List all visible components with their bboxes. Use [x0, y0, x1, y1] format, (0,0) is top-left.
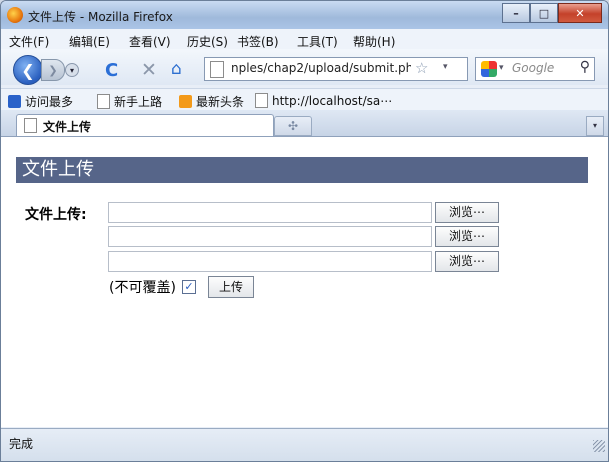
menu-bar: 文件(F) 编辑(E) 查看(V) 历史(S) 书签(B) 工具(T) 帮助(H…	[1, 29, 608, 49]
file-row: 浏览⋯	[108, 251, 500, 272]
file-row: 浏览⋯	[108, 226, 500, 247]
rss-icon	[179, 95, 192, 108]
bookmark-label: 最新头条	[196, 95, 245, 109]
window-title: 文件上传 - Mozilla Firefox	[28, 10, 173, 24]
bookmark-most-visited[interactable]: 访问最多	[8, 93, 73, 110]
file-input[interactable]	[108, 226, 432, 247]
bookmark-localhost[interactable]: http://localhost/sa⋯	[255, 93, 392, 108]
options-row: (不可覆盖) ✓ 上传	[109, 276, 254, 298]
back-button[interactable]: ❮	[13, 55, 43, 85]
browse-button[interactable]: 浏览⋯	[435, 251, 499, 272]
no-overwrite-label: (不可覆盖)	[109, 280, 176, 296]
page-icon	[210, 61, 224, 78]
url-bar[interactable]: nples/chap2/upload/submit.php ☆ ▾	[204, 57, 468, 81]
bookmark-latest-headlines[interactable]: 最新头条	[179, 93, 244, 110]
menu-edit[interactable]: 编辑(E)	[69, 33, 110, 50]
title-bar: 文件上传 - Mozilla Firefox – □ ✕	[1, 1, 608, 29]
minimize-button[interactable]: –	[502, 3, 530, 23]
browse-button[interactable]: 浏览⋯	[435, 202, 499, 223]
page-title: 文件上传	[16, 157, 588, 183]
bookmark-label: 访问最多	[25, 95, 74, 109]
status-bar: 完成	[1, 428, 608, 461]
search-engine-icon[interactable]	[481, 61, 497, 77]
new-tab-button[interactable]: ✣	[274, 116, 312, 136]
bookmark-label: 新手上路	[114, 95, 163, 109]
window-controls: – □ ✕	[502, 3, 602, 23]
browser-window: 文件上传 - Mozilla Firefox – □ ✕ 文件(F) 编辑(E)…	[0, 0, 609, 462]
stop-icon[interactable]: ✕	[141, 59, 157, 81]
home-icon[interactable]: ⌂	[171, 59, 182, 79]
bookmark-label: http://localhost/sa⋯	[272, 93, 393, 108]
reload-icon[interactable]: C	[105, 60, 118, 81]
bookmark-getting-started[interactable]: 新手上路	[97, 93, 162, 110]
forward-button[interactable]: ❯	[41, 59, 65, 81]
tab-file-upload[interactable]: 文件上传	[16, 114, 274, 136]
form-label: 文件上传:	[25, 207, 87, 223]
search-engine-dropdown-icon[interactable]: ▾	[499, 63, 504, 73]
close-button[interactable]: ✕	[558, 3, 602, 23]
url-dropdown-icon[interactable]: ▾	[443, 62, 448, 72]
no-overwrite-checkbox[interactable]: ✓	[181, 280, 196, 294]
menu-bookmarks[interactable]: 书签(B)	[237, 33, 279, 50]
page-content: 文件上传 文件上传: 浏览⋯ 浏览⋯ 浏览⋯ (不可覆盖) ✓ 上传	[1, 137, 608, 427]
history-dropdown-icon[interactable]: ▾	[65, 63, 79, 77]
bookmark-star-icon[interactable]: ☆	[415, 59, 428, 77]
tab-list-icon[interactable]: ▾	[586, 116, 604, 136]
upload-button[interactable]: 上传	[207, 276, 254, 298]
file-input[interactable]	[108, 202, 432, 223]
firefox-icon	[7, 7, 23, 23]
menu-view[interactable]: 查看(V)	[129, 33, 171, 50]
url-text[interactable]: nples/chap2/upload/submit.php	[231, 61, 411, 75]
menu-help[interactable]: 帮助(H)	[353, 33, 395, 50]
resize-grip-icon[interactable]	[593, 440, 605, 452]
maximize-button[interactable]: □	[530, 3, 558, 23]
page-icon	[24, 118, 37, 133]
page-icon	[255, 93, 268, 108]
most-visited-icon	[8, 95, 21, 108]
bookmarks-toolbar: 访问最多 新手上路 最新头条 http://localhost/sa⋯	[1, 88, 608, 111]
menu-history[interactable]: 历史(S)	[187, 33, 228, 50]
file-row: 浏览⋯	[108, 202, 500, 223]
search-input[interactable]: Google	[512, 61, 554, 75]
menu-file[interactable]: 文件(F)	[9, 33, 49, 50]
search-icon[interactable]: ⚲	[580, 59, 590, 75]
menu-tools[interactable]: 工具(T)	[297, 33, 338, 50]
browse-button[interactable]: 浏览⋯	[435, 226, 499, 247]
page-icon	[97, 94, 110, 109]
tab-bar: 文件上传 ✣ ▾	[1, 110, 608, 137]
search-box[interactable]: ▾ Google ⚲	[475, 57, 595, 81]
tab-label: 文件上传	[43, 120, 92, 134]
file-input[interactable]	[108, 251, 432, 272]
status-text: 完成	[9, 437, 34, 451]
